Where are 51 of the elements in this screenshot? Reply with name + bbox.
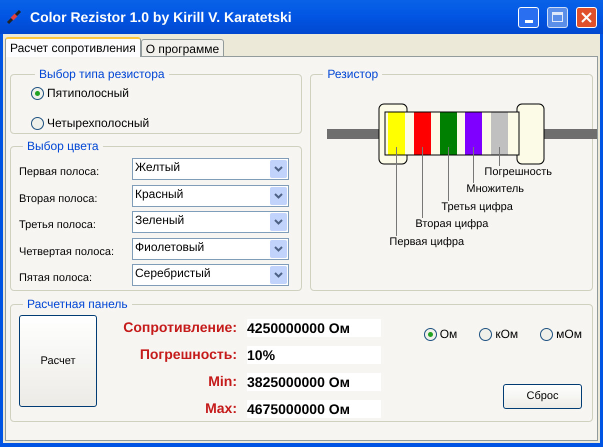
tab[interactable]: О программе	[140, 39, 224, 57]
result-value: 10%	[247, 346, 381, 364]
band-caption: Множитель	[466, 182, 524, 197]
field-label: Вторая полоса:	[19, 192, 98, 206]
radio-option[interactable]: Пятиполосный	[31, 84, 294, 102]
result-value: 4675000000 Ом	[247, 400, 381, 418]
tab[interactable]: Расчет сопротивления	[5, 37, 141, 57]
result-value: 4250000000 Ом	[247, 318, 381, 336]
leader-line	[499, 147, 500, 166]
close-icon	[581, 12, 592, 22]
reset-button[interactable]: Сброс	[503, 384, 582, 409]
radio-option[interactable]: Четырехполосный	[31, 114, 294, 132]
dropdown[interactable]: Зеленый	[132, 211, 289, 234]
field-label: Первая полоса:	[19, 165, 100, 180]
group-title: Выбор цвета	[26, 138, 100, 155]
result-label: Сопротивление:	[122, 318, 237, 337]
window-title: Color Rezistor 1.0 by Kirill V. Karatetski	[30, 8, 293, 27]
calculate-button[interactable]: Расчет	[19, 315, 97, 407]
dropdown[interactable]: Серебристый	[132, 264, 289, 286]
group-title: Выбор типа резистора	[38, 66, 166, 83]
resistor-app-icon	[6, 9, 22, 25]
dropdown[interactable]: Красный	[132, 184, 289, 207]
result-label: Max:	[204, 399, 237, 418]
radio-option[interactable]: Ом	[424, 325, 458, 343]
radio-button[interactable]	[479, 328, 492, 340]
group-title: Резистор	[326, 66, 380, 83]
leader-line	[473, 147, 474, 183]
band-caption: Третья цифра	[441, 200, 513, 215]
result-label: Min:	[207, 372, 237, 391]
group-title: Расчетная панель	[26, 296, 129, 313]
band-caption: Погрешность	[484, 165, 552, 180]
band-caption: Вторая цифра	[415, 217, 488, 232]
minimize-button[interactable]	[518, 6, 539, 28]
close-button[interactable]	[576, 6, 597, 28]
radio-button[interactable]	[424, 328, 437, 340]
band-caption: Первая цифра	[389, 235, 464, 250]
radio-option[interactable]: мОм	[540, 325, 582, 343]
dropdown[interactable]: Желтый	[132, 158, 289, 180]
leader-line	[422, 147, 424, 218]
radio-option[interactable]: кОм	[479, 325, 518, 343]
leader-line	[448, 147, 450, 201]
radio-button[interactable]	[31, 86, 44, 100]
result-value: 3825000000 Ом	[247, 372, 381, 390]
field-label: Четвертая полоса:	[19, 244, 116, 260]
maximize-button[interactable]	[547, 6, 568, 28]
radio-button[interactable]	[540, 328, 554, 340]
field-label: Третья полоса:	[19, 218, 97, 233]
result-label: Погрешность:	[138, 345, 237, 364]
dropdown[interactable]: Фиолетовый	[132, 238, 289, 260]
radio-button[interactable]	[31, 116, 44, 130]
field-label: Пятая полоса:	[19, 271, 94, 286]
